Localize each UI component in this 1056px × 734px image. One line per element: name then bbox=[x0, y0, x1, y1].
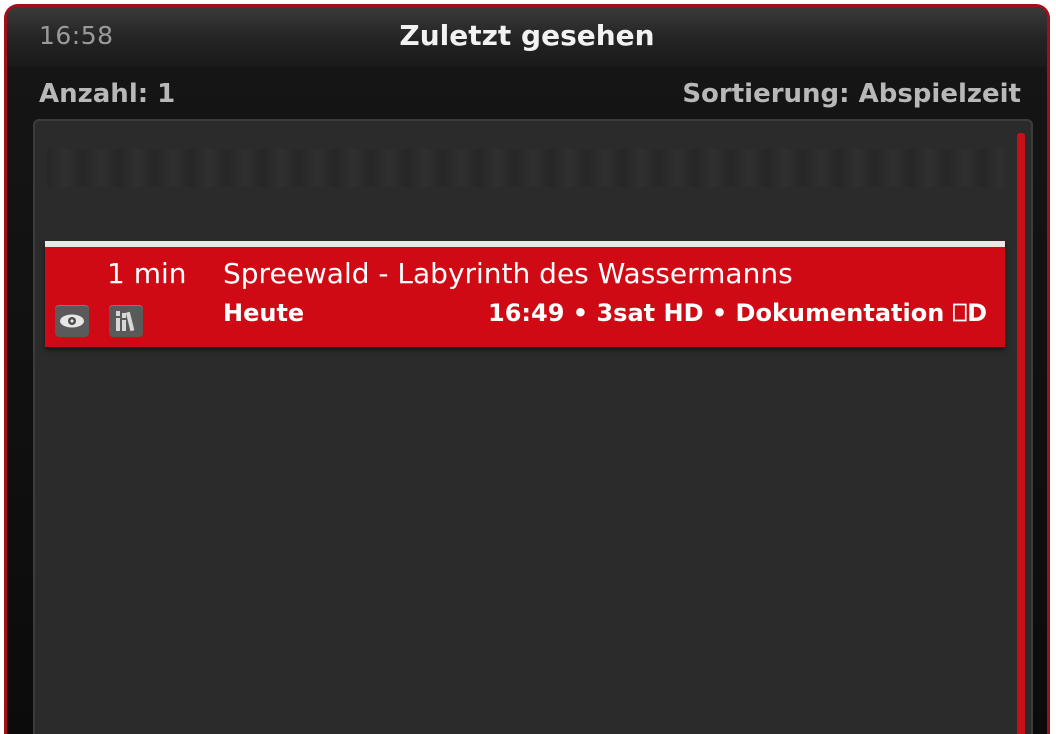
item-count: Anzahl: 1 bbox=[39, 79, 176, 109]
library-icon bbox=[109, 305, 143, 337]
item-day: Heute bbox=[223, 299, 305, 327]
item-title: Spreewald - Labyrinth des Wassermanns bbox=[223, 257, 793, 290]
item-details: 16:49 • 3sat HD • Dokumentation ⎕D bbox=[488, 299, 987, 327]
eye-icon bbox=[55, 305, 89, 337]
scrollbar[interactable] bbox=[1017, 133, 1025, 734]
list-divider bbox=[47, 149, 1005, 187]
recently-watched-window: 16:58 Zuletzt gesehen Anzahl: 1 Sortieru… bbox=[4, 4, 1050, 734]
recording-list: 1 min Spreewald - Labyrinth des Wasserma… bbox=[33, 119, 1033, 734]
item-duration: 1 min bbox=[107, 257, 187, 290]
list-item[interactable]: 1 min Spreewald - Labyrinth des Wasserma… bbox=[45, 241, 1005, 347]
page-title: Zuletzt gesehen bbox=[399, 19, 655, 52]
header-bar: 16:58 Zuletzt gesehen bbox=[7, 7, 1047, 67]
sort-mode[interactable]: Sortierung: Abspielzeit bbox=[682, 79, 1021, 109]
